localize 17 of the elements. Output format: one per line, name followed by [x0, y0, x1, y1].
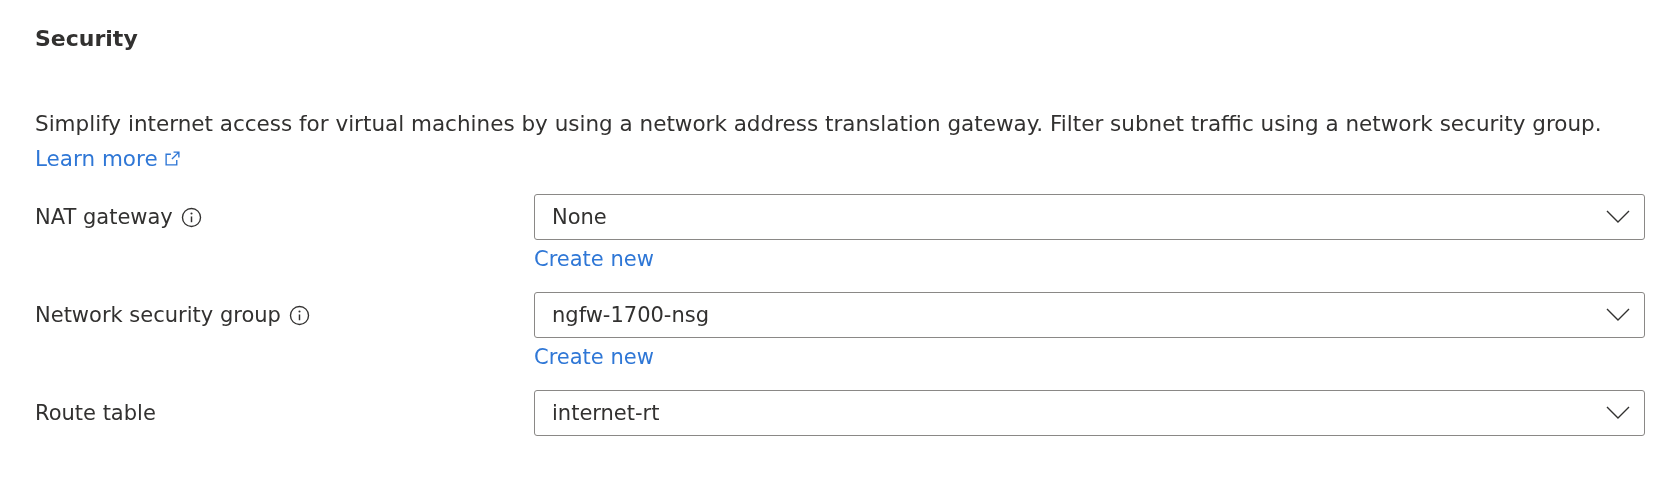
- section-title: Security: [35, 25, 139, 53]
- create-new-link[interactable]: Create new: [534, 246, 654, 272]
- info-icon[interactable]: [180, 206, 202, 228]
- chevron-down-icon: [1606, 308, 1630, 322]
- external-link-icon: [163, 150, 181, 167]
- create-new-link[interactable]: Create new: [534, 344, 654, 370]
- description: Simplify internet access for virtual machines by using a network address translation gateway. Filter subnet traffic using a network security group. Learn more: [35, 110, 1603, 173]
- field-label: Route table: [35, 401, 156, 425]
- field-label: NAT gateway: [35, 205, 173, 229]
- dropdown-field[interactable]: internet-rt: [534, 390, 1645, 436]
- chevron-down-icon: [1606, 210, 1630, 224]
- field-label: Network security group: [35, 303, 281, 327]
- chevron-down-icon: [1606, 406, 1630, 420]
- info-icon[interactable]: [288, 304, 310, 326]
- learn-more-link[interactable]: Learn more: [35, 146, 181, 171]
- dropdown-field[interactable]: None: [534, 194, 1645, 240]
- dropdown-field[interactable]: ngfw-1700-nsg: [534, 292, 1645, 338]
